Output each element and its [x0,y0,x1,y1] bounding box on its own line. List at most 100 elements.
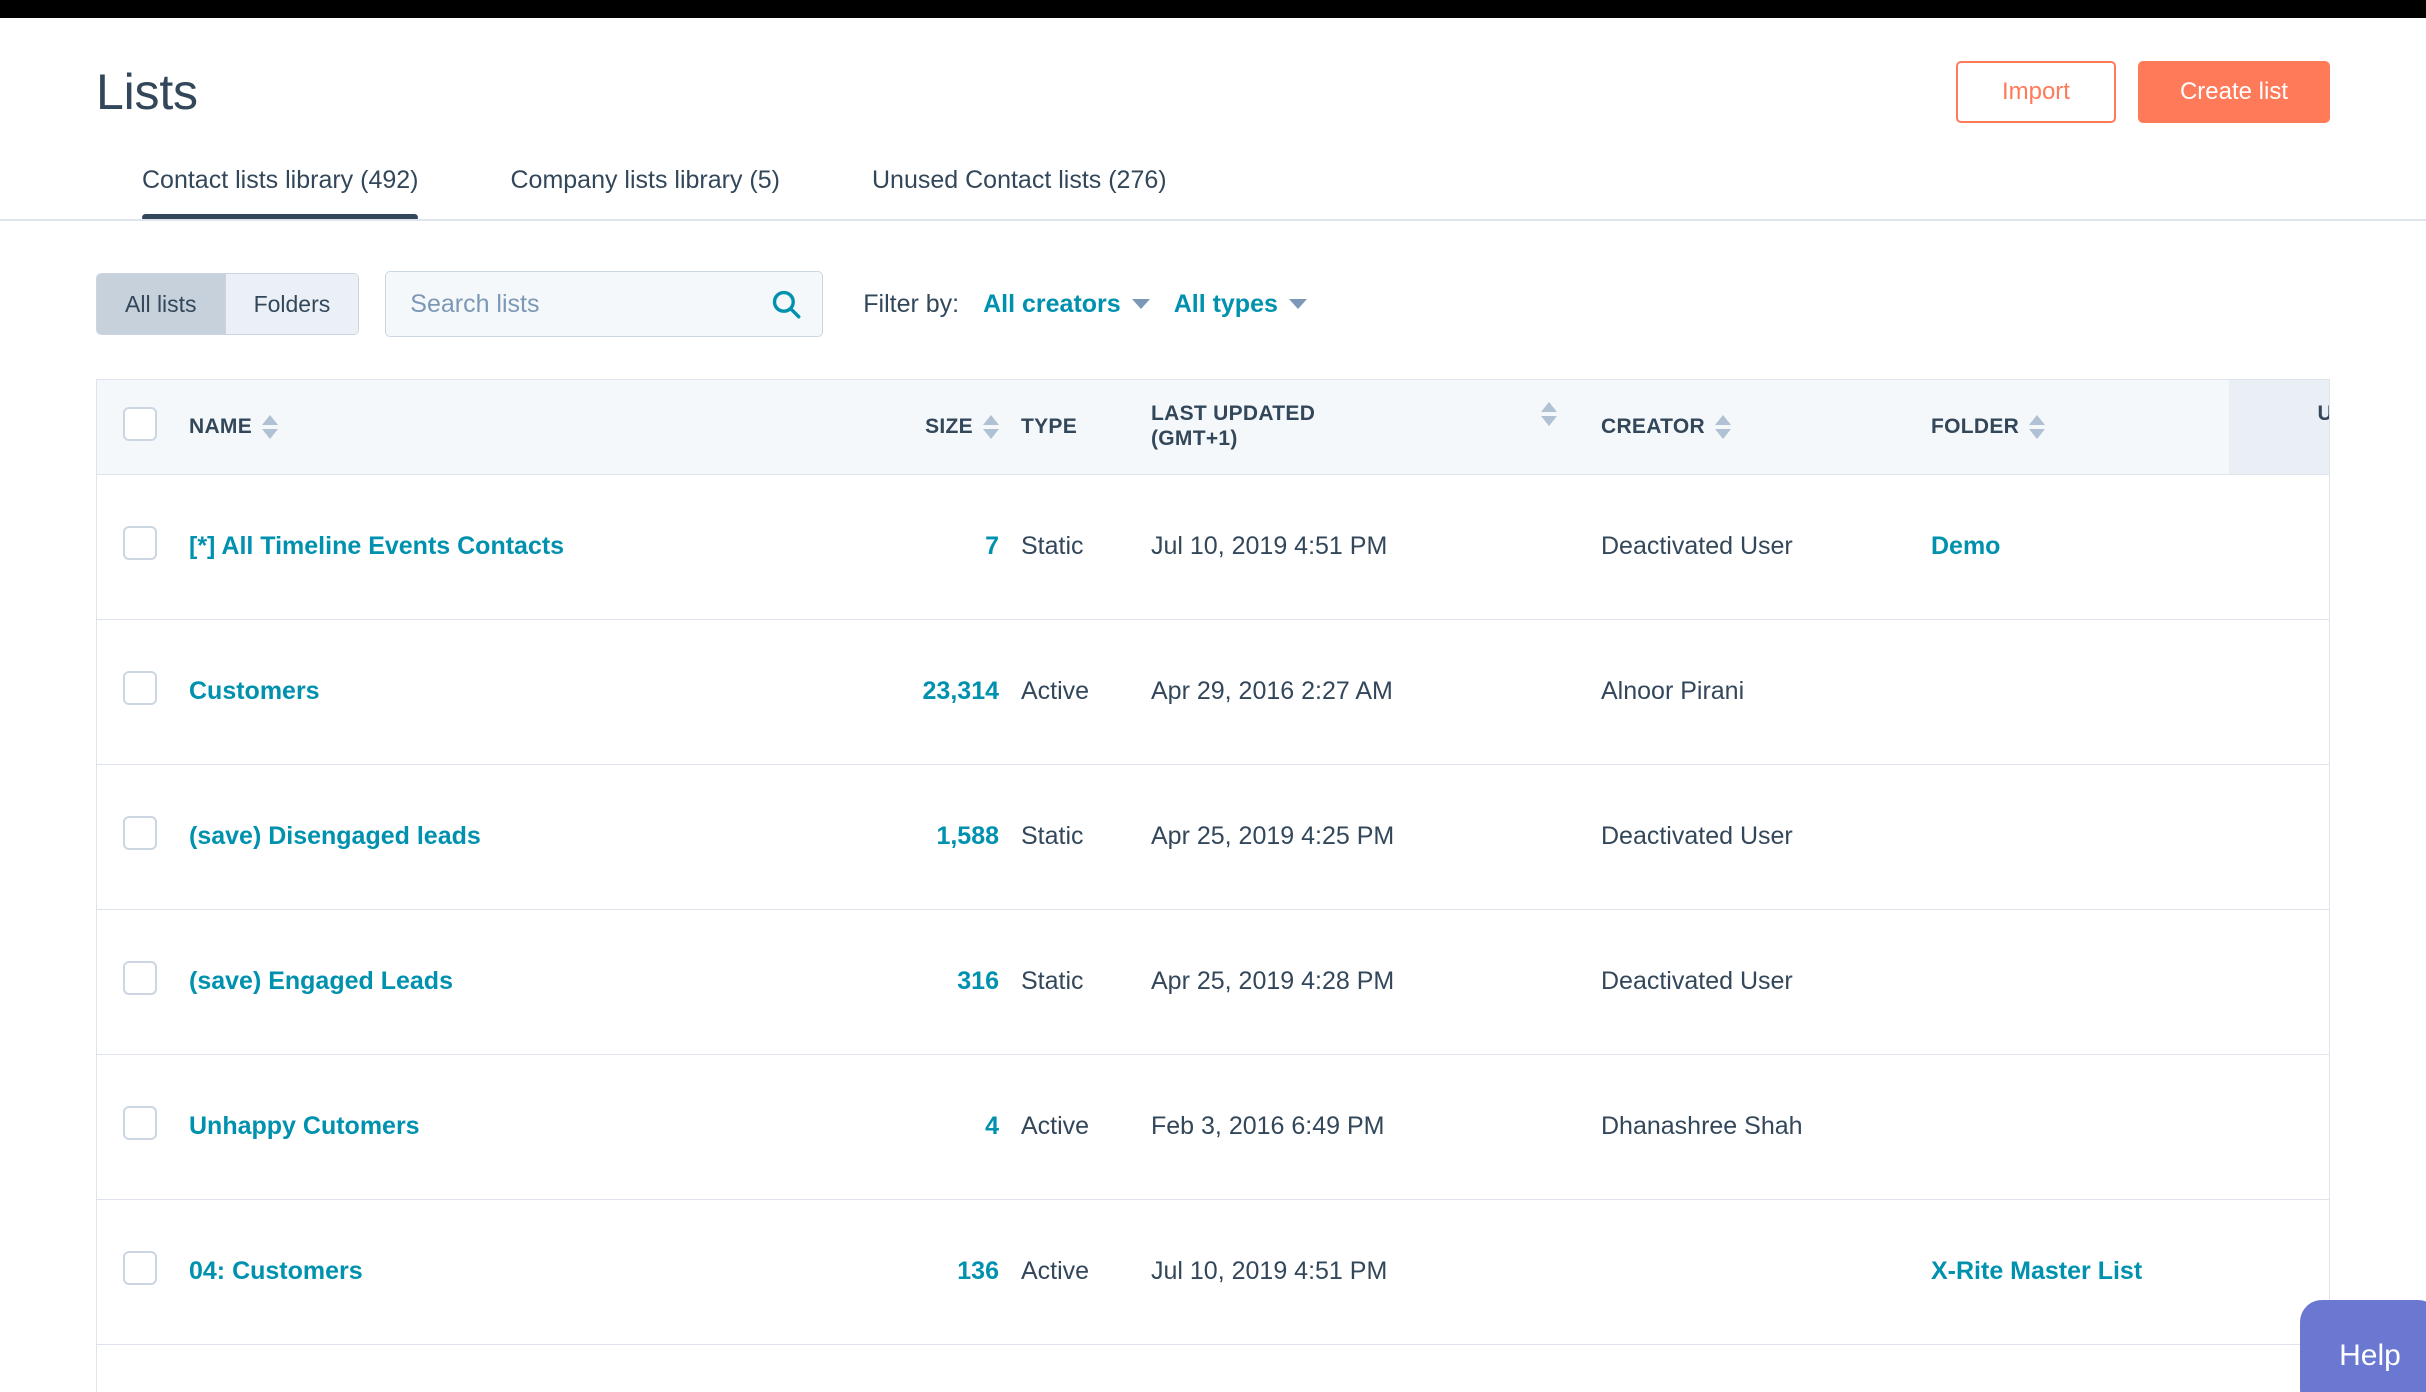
row-last-updated-cell: Jul 10, 2019 4:51 PM [1129,474,1579,620]
sort-size-icon[interactable] [983,414,999,439]
list-size-link[interactable]: 316 [957,967,999,995]
header-used-in-line1: USED [2317,402,2329,425]
header-name[interactable]: NAME [189,380,829,475]
row-select-cell [97,764,189,910]
arrow-up-icon [2029,414,2046,425]
row-last-updated-cell: Aug 10, 2016 7:37 PM [1129,1344,1579,1392]
arrow-up-icon [262,414,279,425]
help-button[interactable]: Help [2300,1300,2426,1392]
row-size-cell: 136 [829,1199,999,1345]
row-type-cell: Active [999,1054,1129,1200]
folder-link[interactable]: X-Rite Master List [1931,1257,2142,1285]
list-name-link[interactable]: (save) Disengaged leads [189,822,481,850]
page-root: Lists Import Create list Contact lists l… [0,0,2426,1392]
search-icon[interactable] [769,287,803,321]
header-creator[interactable]: CREATOR [1579,380,1909,475]
sort-folder-icon[interactable] [2029,414,2046,439]
toolbar: All lists Folders Filter by: All creator… [0,223,2426,337]
list-size-link[interactable]: 1,588 [936,822,999,850]
tab-bar-divider [0,219,2426,221]
header-creator-label: CREATOR [1601,414,1705,438]
row-checkbox[interactable] [123,526,157,561]
system-top-bar [0,0,2426,18]
view-mode-toggle: All lists Folders [96,273,360,335]
row-size-cell: 316 [829,909,999,1055]
view-mode-all-lists[interactable]: All lists [97,274,225,334]
row-select-cell [97,1054,189,1200]
row-checkbox[interactable] [123,1251,157,1286]
header-row: Lists Import Create list [96,18,2330,166]
row-creator-cell [1579,1199,1909,1345]
table-row: Unhappy Cutomers 4 Active Feb 3, 2016 6:49 … [97,1054,2329,1200]
list-size-link[interactable]: 136 [957,1257,999,1285]
arrow-down-icon [2029,428,2046,439]
header-last-updated[interactable]: LAST UPDATED (GMT+1) [1129,380,1579,475]
table-row: (save) Engaged Leads 316 Static Apr 25, 201… [97,909,2329,1055]
row-name-cell: All MQL [189,1344,829,1392]
arrow-up-icon [1541,402,1557,412]
row-last-updated-cell: Apr 29, 2016 2:27 AM [1129,619,1579,765]
row-name-cell: (save) Disengaged leads [189,764,829,910]
table-row: Customers 23,314 Active Apr 29, 2016 2:27 A… [97,619,2329,765]
row-checkbox[interactable] [123,671,157,706]
header-used-in-label: USED IN [2317,402,2329,452]
list-name-link[interactable]: 04: Customers [189,1257,363,1285]
list-size-link[interactable]: 4 [985,1112,999,1140]
list-size-link[interactable]: 7 [985,532,999,560]
arrow-up-icon [983,414,999,425]
folder-link[interactable]: Demo [1931,532,2000,560]
row-used-in-cell: 27 [2229,1054,2329,1200]
row-type-cell: Active [999,619,1129,765]
table-row: (save) Disengaged leads 1,588 Static Apr 25… [97,764,2329,910]
list-size-link[interactable]: 23,314 [923,677,999,705]
search-box [385,271,824,337]
sort-creator-icon[interactable] [1715,414,1731,439]
row-type-cell: Active [999,1344,1129,1392]
header-type: TYPE [999,380,1129,475]
row-used-in-cell: 116 [2229,474,2329,620]
arrow-down-icon [1541,416,1557,426]
row-size-cell: 0 [829,1344,999,1392]
view-mode-folders[interactable]: Folders [225,274,359,334]
header-size[interactable]: SIZE [829,380,999,475]
header-last-updated-line1: LAST UPDATED [1151,402,1316,425]
header-used-in[interactable]: USED IN [2229,380,2329,475]
header-name-label: NAME [189,414,253,438]
row-size-cell: 7 [829,474,999,620]
list-name-link[interactable]: Unhappy Cutomers [189,1112,420,1140]
search-input[interactable] [385,271,824,337]
row-type-cell: Static [999,764,1129,910]
lists-table-container: NAME SIZE TYPE LAST UPDATED (GMT+1) CREA… [96,379,2330,1392]
list-name-link[interactable]: [*] All Timeline Events Contacts [189,532,564,560]
row-select-cell [97,1344,189,1392]
import-button[interactable]: Import [1955,61,2116,123]
row-checkbox[interactable] [123,961,157,996]
table-head: NAME SIZE TYPE LAST UPDATED (GMT+1) CREA… [97,380,2329,475]
sort-last-updated-icon[interactable] [1541,402,1557,426]
tab-contact-lists-library[interactable]: Contact lists library (492) [96,166,464,221]
tab-company-lists-library[interactable]: Company lists library (5) [464,166,826,221]
row-creator-cell: Dhanashree Shah [1579,1054,1909,1200]
row-checkbox[interactable] [123,1106,157,1141]
row-last-updated-cell: Apr 25, 2019 4:25 PM [1129,764,1579,910]
header-type-label: TYPE [1021,414,1078,438]
filter-all-creators[interactable]: All creators [983,290,1150,319]
select-all-checkbox[interactable] [123,406,157,441]
list-name-link[interactable]: Customers [189,677,320,705]
table-header-row: NAME SIZE TYPE LAST UPDATED (GMT+1) CREA… [97,380,2329,475]
row-checkbox[interactable] [123,816,157,851]
row-used-in-cell: 37 [2229,909,2329,1055]
sort-name-icon[interactable] [262,414,279,439]
list-name-link[interactable]: (save) Engaged Leads [189,967,453,995]
row-select-cell [97,474,189,620]
row-folder-cell [1909,764,2229,910]
filter-all-types[interactable]: All types [1174,290,1307,319]
create-list-button[interactable]: Create list [2137,61,2330,123]
row-type-cell: Static [999,474,1129,620]
row-size-cell: 23,314 [829,619,999,765]
row-type-cell: Static [999,909,1129,1055]
chevron-down-icon [1288,299,1307,309]
tab-unused-contact-lists[interactable]: Unused Contact lists (276) [826,166,1213,221]
arrow-down-icon [983,428,999,439]
header-folder[interactable]: FOLDER [1909,380,2229,475]
